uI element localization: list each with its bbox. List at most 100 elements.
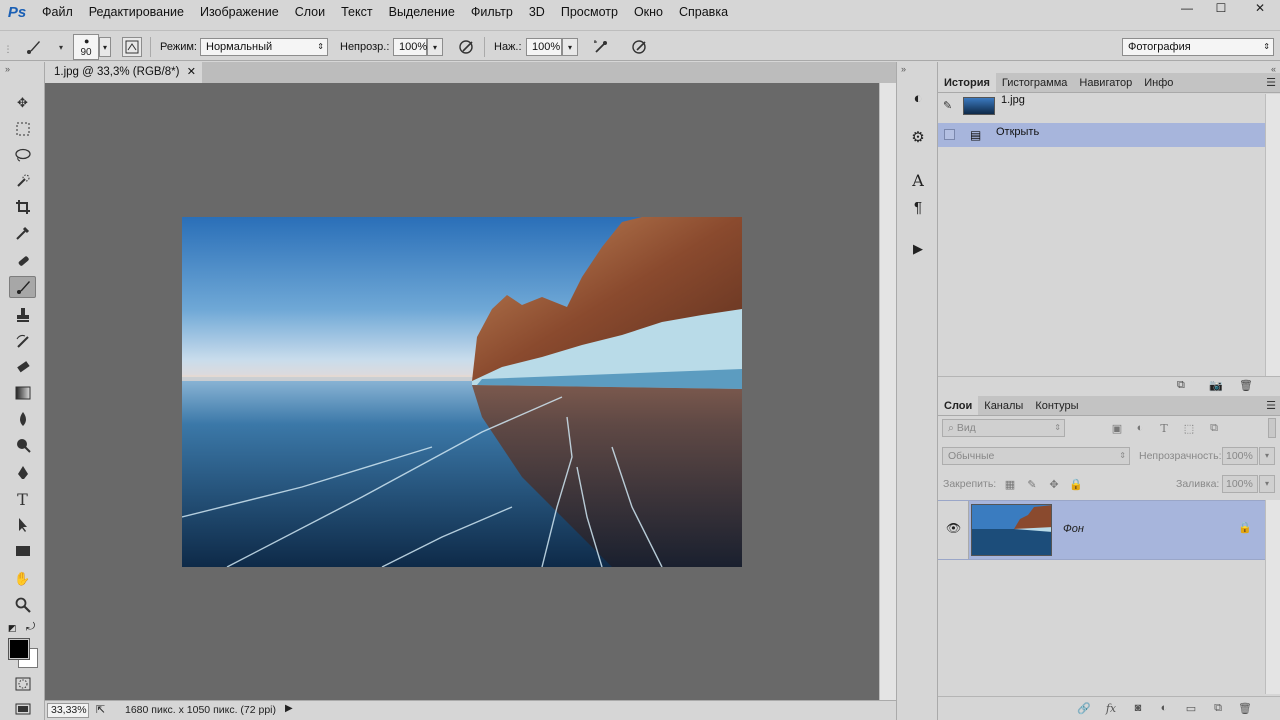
fill-input[interactable]: 100% — [1222, 475, 1258, 493]
menu-help[interactable]: Справка — [671, 0, 736, 25]
tab-info[interactable]: Инфо — [1138, 73, 1179, 92]
brush-tool-preset-icon[interactable] — [24, 37, 44, 57]
tab-layers[interactable]: Слои — [938, 396, 979, 415]
delete-layer-icon[interactable]: 🗑 — [1236, 700, 1254, 716]
eraser-tool-icon[interactable] — [9, 356, 36, 378]
healing-brush-tool-icon[interactable] — [9, 250, 36, 272]
lasso-tool-icon[interactable] — [9, 144, 36, 166]
menu-3d[interactable]: 3D — [521, 0, 553, 25]
filter-pixel-icon[interactable]: ▣ — [1109, 420, 1125, 436]
menu-select[interactable]: Выделение — [381, 0, 463, 25]
brush-tool-icon[interactable] — [9, 276, 36, 298]
properties-panel-icon[interactable]: ⚙ — [906, 126, 930, 148]
panel-menu-icon[interactable]: ☰ — [1266, 399, 1276, 412]
add-mask-icon[interactable]: ◙ — [1129, 700, 1147, 716]
brush-panel-toggle-icon[interactable] — [122, 37, 142, 57]
tablet-opacity-icon[interactable] — [457, 37, 477, 57]
history-snapshot-row[interactable]: ✎ 1.jpg — [938, 94, 1265, 118]
document-tab[interactable]: 1.jpg @ 33,3% (RGB/8*) ✕ — [45, 62, 202, 83]
layer-style-icon[interactable]: fx — [1102, 700, 1120, 716]
gradient-tool-icon[interactable] — [9, 382, 36, 404]
preset-dropdown-icon[interactable]: ▾ — [51, 37, 71, 57]
tablet-size-icon[interactable] — [630, 37, 650, 57]
mode-select[interactable]: Нормальный ⇕ — [200, 38, 328, 56]
share-icon[interactable]: ⇱ — [96, 703, 105, 716]
layer-opacity-dropdown[interactable]: ▾ — [1259, 447, 1275, 465]
lock-transparent-icon[interactable]: ▦ — [1002, 476, 1018, 492]
layer-opacity-input[interactable]: 100% — [1222, 447, 1258, 465]
layers-scrollbar[interactable] — [1265, 500, 1280, 694]
menu-file[interactable]: Файл — [34, 0, 81, 25]
filter-adjustment-icon[interactable]: ◐ — [1132, 420, 1148, 436]
tab-navigator[interactable]: Навигатор — [1073, 73, 1138, 92]
pressure-input[interactable]: 100% — [526, 38, 562, 56]
zoom-input[interactable]: 33,33% — [47, 703, 89, 718]
fill-dropdown[interactable]: ▾ — [1259, 475, 1275, 493]
default-colors-icon[interactable]: ◩ — [8, 623, 17, 634]
swap-colors-icon[interactable]: ⤾ — [26, 621, 35, 634]
path-selection-tool-icon[interactable] — [9, 514, 36, 536]
link-layers-icon[interactable]: 🔗 — [1075, 700, 1093, 716]
history-brush-source-icon[interactable]: ✎ — [943, 94, 952, 118]
filter-toggle[interactable] — [1268, 418, 1276, 438]
paragraph-panel-icon[interactable]: ¶ — [906, 196, 930, 218]
zoom-tool-icon[interactable] — [9, 594, 36, 616]
quick-mask-icon[interactable] — [9, 673, 36, 695]
actions-panel-icon[interactable]: ▶ — [906, 238, 930, 260]
clone-stamp-tool-icon[interactable] — [9, 304, 36, 326]
eyedropper-tool-icon[interactable] — [9, 222, 36, 244]
layer-row[interactable]: 👁 Фон 🔒 — [938, 500, 1266, 560]
screen-mode-icon[interactable] — [9, 698, 36, 720]
rectangle-tool-icon[interactable] — [9, 540, 36, 562]
crop-tool-icon[interactable] — [9, 196, 36, 218]
document-image[interactable] — [182, 217, 742, 567]
menu-filter[interactable]: Фильтр — [463, 0, 521, 25]
brush-size-dropdown[interactable]: ▾ — [99, 37, 111, 57]
history-checkbox[interactable] — [944, 129, 955, 140]
layer-filter-select[interactable]: ⌕ Вид ⇕ — [942, 419, 1065, 437]
airbrush-icon[interactable] — [591, 37, 611, 57]
menu-view[interactable]: Просмотр — [553, 0, 626, 25]
new-document-from-state-icon[interactable]: ⧉ — [1177, 379, 1185, 392]
pen-tool-icon[interactable] — [9, 462, 36, 484]
foreground-color-swatch[interactable] — [8, 638, 30, 660]
filter-shape-icon[interactable]: ⬚ — [1181, 420, 1197, 436]
pressure-dropdown[interactable]: ▾ — [562, 38, 578, 56]
history-step-row[interactable]: ▤ Открыть — [938, 123, 1265, 147]
close-document-icon[interactable]: ✕ — [187, 62, 196, 83]
character-panel-icon[interactable]: A — [906, 169, 930, 191]
new-adjustment-layer-icon[interactable]: ◐ — [1155, 700, 1173, 716]
type-tool-icon[interactable]: T — [9, 488, 36, 510]
tab-paths[interactable]: Контуры — [1029, 396, 1084, 415]
visibility-cell[interactable]: 👁 — [938, 501, 969, 559]
new-layer-icon[interactable]: ⧉ — [1209, 700, 1227, 716]
blur-tool-icon[interactable] — [9, 408, 36, 430]
expand-panels-icon[interactable]: » — [901, 64, 906, 74]
lock-all-icon[interactable]: 🔒 — [1068, 476, 1084, 492]
blend-mode-select[interactable]: Обычные ⇕ — [942, 447, 1130, 465]
trash-icon[interactable]: 🗑 — [1239, 379, 1253, 392]
layer-lock-icon[interactable]: 🔒 — [1238, 521, 1252, 534]
lock-image-icon[interactable]: ✎ — [1024, 476, 1040, 492]
workspace-select[interactable]: Фотография ⇕ — [1122, 38, 1274, 56]
brush-size-picker[interactable]: ● 90 — [73, 34, 99, 60]
history-scrollbar[interactable] — [1265, 94, 1280, 376]
opacity-input[interactable]: 100% — [393, 38, 427, 56]
panel-menu-icon[interactable]: ☰ — [1266, 76, 1276, 89]
eye-icon[interactable]: 👁 — [946, 521, 961, 535]
menu-window[interactable]: Окно — [626, 0, 671, 25]
close-button[interactable]: ✕ — [1240, 0, 1280, 16]
new-group-icon[interactable]: ▭ — [1182, 700, 1200, 716]
camera-snapshot-icon[interactable]: 📷 — [1209, 379, 1223, 392]
filter-type-icon[interactable]: T — [1156, 420, 1172, 436]
history-brush-tool-icon[interactable] — [9, 330, 36, 352]
dodge-tool-icon[interactable] — [9, 434, 36, 456]
menu-image[interactable]: Изображение — [192, 0, 287, 25]
opacity-dropdown[interactable]: ▾ — [427, 38, 443, 56]
adjustments-panel-icon[interactable]: ◐ — [906, 87, 930, 109]
hand-tool-icon[interactable]: ✋ — [9, 568, 36, 590]
vertical-scrollbar[interactable] — [879, 83, 896, 700]
collapse-toolbox-icon[interactable]: » — [5, 64, 10, 74]
filter-smart-object-icon[interactable]: ⧉ — [1206, 420, 1222, 436]
minimize-button[interactable]: — — [1172, 0, 1202, 16]
